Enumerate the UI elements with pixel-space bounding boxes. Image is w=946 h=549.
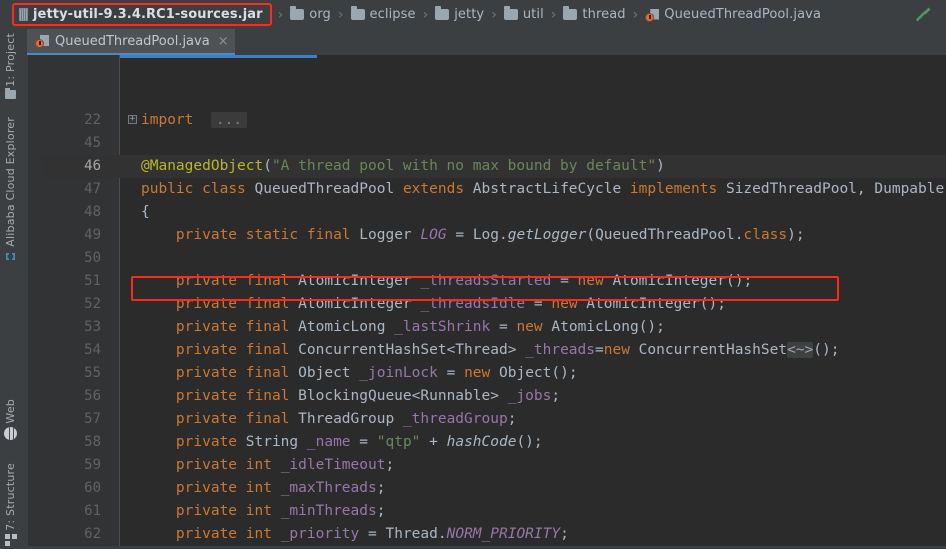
line-number: 45 bbox=[84, 135, 101, 151]
line-number: 47 bbox=[84, 181, 101, 197]
tab-underline-accent bbox=[120, 55, 317, 58]
sidebar-item-label: 7: Structure bbox=[4, 463, 17, 531]
line-number: 50 bbox=[84, 250, 101, 266]
fold-expand-icon[interactable]: + bbox=[128, 115, 137, 124]
code-line[interactable]: private final Object _joinLock = new Obj… bbox=[141, 362, 578, 385]
code-line[interactable]: private int _priority = Thread.NORM_PRIO… bbox=[141, 523, 569, 546]
line-number: 22 bbox=[84, 112, 101, 128]
code-line[interactable]: private final AtomicLong _lastShrink = n… bbox=[141, 316, 665, 339]
breadcrumb-item-eclipse[interactable]: eclipse bbox=[348, 4, 419, 26]
breadcrumb-item-file[interactable]: QueuedThreadPool.java bbox=[642, 4, 824, 26]
breadcrumb-separator: › bbox=[422, 6, 429, 23]
java-class-icon bbox=[35, 34, 49, 48]
breadcrumb-label: util bbox=[522, 7, 544, 22]
code-line[interactable]: public class QueuedThreadPool extends Ab… bbox=[141, 178, 944, 201]
sidebar-item-label: Web bbox=[4, 399, 17, 424]
left-tool-window-bar: 1: Project Alibaba Cloud Explorer Web 7:… bbox=[0, 29, 22, 546]
breadcrumb-label: org bbox=[309, 7, 331, 22]
line-number: 55 bbox=[84, 365, 101, 381]
breadcrumb-separator: › bbox=[491, 6, 497, 23]
breadcrumb-separator: › bbox=[277, 6, 284, 23]
breadcrumb-item-util[interactable]: util bbox=[501, 4, 547, 26]
sidebar-item-structure[interactable]: 7: Structure bbox=[0, 463, 21, 549]
line-number: 60 bbox=[84, 480, 101, 496]
editor-tab-strip: QueuedThreadPool.java × bbox=[21, 29, 946, 55]
breadcrumb-item-org[interactable]: org bbox=[287, 4, 334, 26]
cloud-icon bbox=[6, 252, 15, 260]
sidebar-item-label: 1: Project bbox=[4, 33, 17, 87]
line-number: 51 bbox=[84, 273, 101, 289]
line-number: 52 bbox=[84, 296, 101, 312]
code-line[interactable]: private final BlockingQueue<Runnable> _j… bbox=[141, 385, 560, 408]
line-number: 62 bbox=[84, 526, 101, 542]
code-line[interactable]: private final ThreadGroup _threadGroup; bbox=[141, 408, 517, 431]
breadcrumb-label: QueuedThreadPool.java bbox=[664, 7, 822, 22]
code-line[interactable]: import ... bbox=[141, 109, 248, 132]
folder-icon bbox=[435, 6, 450, 20]
navigation-bar: jetty-util-9.3.4.RC1-sources.jar › org ›… bbox=[0, 0, 946, 29]
code-editor[interactable]: 22 + import ... 45 46 @ManagedObject("A threa… bbox=[21, 55, 946, 546]
collapsed-import-region[interactable]: ... bbox=[210, 112, 248, 128]
breadcrumb-separator: › bbox=[550, 6, 557, 23]
java-class-icon bbox=[645, 8, 660, 22]
collapsed-diamond-region[interactable]: <~> bbox=[787, 342, 814, 358]
code-folding-column[interactable] bbox=[105, 55, 120, 546]
close-icon[interactable]: × bbox=[218, 35, 229, 48]
jar-icon bbox=[19, 8, 28, 21]
code-line[interactable]: @ManagedObject("A thread pool with no ma… bbox=[141, 155, 665, 178]
code-line[interactable]: private int _minThreads; bbox=[141, 500, 386, 523]
globe-icon bbox=[4, 426, 17, 440]
breadcrumb-label: jetty-util-9.3.4.RC1-sources.jar bbox=[33, 7, 263, 22]
line-number: 57 bbox=[84, 411, 101, 427]
code-line[interactable]: private int _idleTimeout; bbox=[141, 454, 394, 477]
line-number: 56 bbox=[84, 388, 101, 404]
sidebar-item-alibaba-cloud-explorer[interactable]: Alibaba Cloud Explorer bbox=[0, 117, 21, 266]
folder-icon bbox=[350, 6, 365, 20]
breadcrumb-label: thread bbox=[582, 7, 626, 22]
sidebar-item-web[interactable]: Web bbox=[0, 399, 21, 443]
line-number: 58 bbox=[84, 434, 101, 450]
code-line[interactable]: private final AtomicInteger _threadsStar… bbox=[141, 270, 752, 293]
code-line[interactable]: private static final Logger LOG = Log.ge… bbox=[141, 224, 805, 247]
hammer-icon[interactable] bbox=[914, 6, 932, 24]
line-number: 59 bbox=[84, 457, 101, 473]
line-number: 48 bbox=[84, 204, 101, 220]
code-line[interactable]: private String _name = "qtp" + hashCode(… bbox=[141, 431, 543, 454]
folder-icon bbox=[5, 87, 16, 99]
breadcrumb-separator: › bbox=[632, 6, 639, 23]
sidebar-item-label: Alibaba Cloud Explorer bbox=[4, 117, 17, 247]
breadcrumb-item-thread[interactable]: thread bbox=[560, 4, 628, 26]
editor-left-strip bbox=[21, 55, 28, 546]
breadcrumb-item-jetty[interactable]: jetty bbox=[432, 4, 487, 26]
line-number: 53 bbox=[84, 319, 101, 335]
line-number: 46 bbox=[84, 158, 101, 174]
idea-window: jetty-util-9.3.4.RC1-sources.jar › org ›… bbox=[0, 0, 946, 546]
breadcrumb-label: jetty bbox=[454, 7, 485, 22]
code-line[interactable]: { bbox=[141, 201, 150, 224]
sidebar-item-project[interactable]: 1: Project bbox=[0, 33, 21, 102]
line-number: 54 bbox=[84, 342, 101, 358]
breadcrumb-item-jar[interactable]: jetty-util-9.3.4.RC1-sources.jar bbox=[12, 3, 272, 26]
line-number: 49 bbox=[84, 227, 101, 243]
folder-icon bbox=[563, 6, 578, 20]
editor-tab-queuedthreadpool[interactable]: QueuedThreadPool.java × bbox=[27, 29, 235, 55]
structure-icon bbox=[4, 533, 17, 546]
code-line[interactable]: private int _maxThreads; bbox=[141, 477, 386, 500]
breadcrumb-label: eclipse bbox=[369, 7, 416, 22]
line-number: 61 bbox=[84, 503, 101, 519]
code-line[interactable] bbox=[141, 247, 176, 270]
breadcrumb-separator: › bbox=[337, 6, 344, 23]
code-line[interactable]: private final ConcurrentHashSet<Thread> … bbox=[141, 339, 839, 362]
editor-tab-label: QueuedThreadPool.java bbox=[55, 33, 210, 49]
folder-icon bbox=[290, 6, 305, 20]
code-line[interactable]: private final AtomicInteger _threadsIdle… bbox=[141, 293, 726, 316]
folder-icon bbox=[503, 6, 518, 20]
